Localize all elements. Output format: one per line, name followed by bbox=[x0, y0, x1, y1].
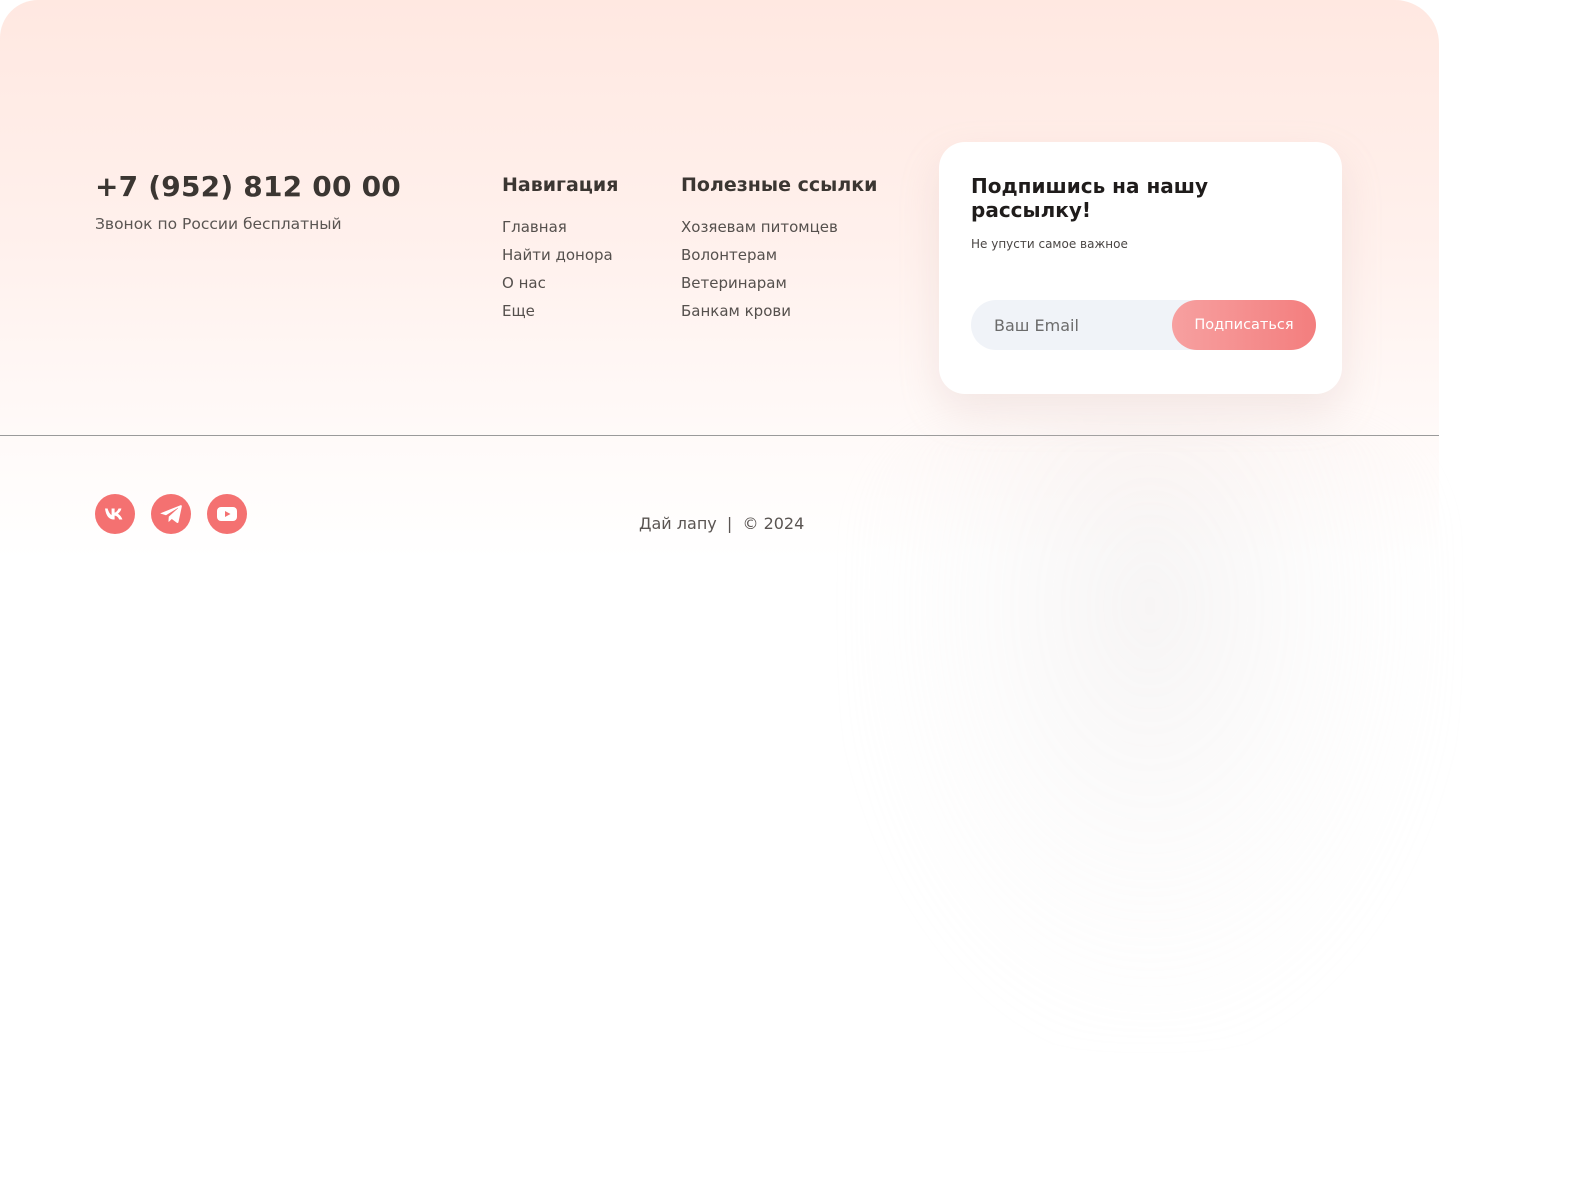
subscribe-card: Подпишись на нашу рассылку! Не упусти са… bbox=[939, 142, 1342, 394]
subscribe-subtitle: Не упусти самое важное bbox=[971, 237, 1128, 251]
nav-link-about[interactable]: О нас bbox=[502, 274, 618, 302]
vk-link[interactable] bbox=[95, 494, 135, 534]
link-volunteers[interactable]: Волонтерам bbox=[681, 246, 877, 274]
vk-icon bbox=[105, 508, 123, 520]
contact-block: +7 (952) 812 00 00 Звонок по России бесп… bbox=[95, 170, 401, 233]
link-blood-banks[interactable]: Банкам крови bbox=[681, 302, 877, 330]
phone-number[interactable]: +7 (952) 812 00 00 bbox=[95, 170, 401, 203]
telegram-link[interactable] bbox=[151, 494, 191, 534]
link-pet-owners[interactable]: Хозяевам питомцев bbox=[681, 218, 877, 246]
subscribe-button[interactable]: Подписаться bbox=[1172, 300, 1316, 350]
useful-links-column: Полезные ссылки Хозяевам питомцев Волонт… bbox=[681, 174, 877, 330]
nav-link-find-donor[interactable]: Найти донора bbox=[502, 246, 618, 274]
subscribe-card-shadow bbox=[850, 420, 1450, 1040]
telegram-icon bbox=[160, 505, 182, 523]
nav-link-home[interactable]: Главная bbox=[502, 218, 618, 246]
link-veterinarians[interactable]: Ветеринарам bbox=[681, 274, 877, 302]
nav-link-more[interactable]: Еще bbox=[502, 302, 618, 330]
email-input[interactable] bbox=[971, 300, 1201, 350]
copyright-text: Дай лапу | © 2024 bbox=[639, 514, 805, 533]
navigation-column: Навигация Главная Найти донора О нас Еще bbox=[502, 174, 618, 330]
subscribe-title: Подпишись на нашу рассылку! bbox=[971, 174, 1209, 222]
youtube-icon bbox=[217, 507, 237, 521]
useful-links-list: Хозяевам питомцев Волонтерам Ветеринарам… bbox=[681, 218, 877, 330]
navigation-title: Навигация bbox=[502, 174, 619, 196]
social-links bbox=[95, 494, 247, 534]
phone-note: Звонок по России бесплатный bbox=[95, 215, 342, 233]
youtube-link[interactable] bbox=[207, 494, 247, 534]
useful-links-title: Полезные ссылки bbox=[681, 174, 878, 196]
navigation-list: Главная Найти донора О нас Еще bbox=[502, 218, 618, 330]
